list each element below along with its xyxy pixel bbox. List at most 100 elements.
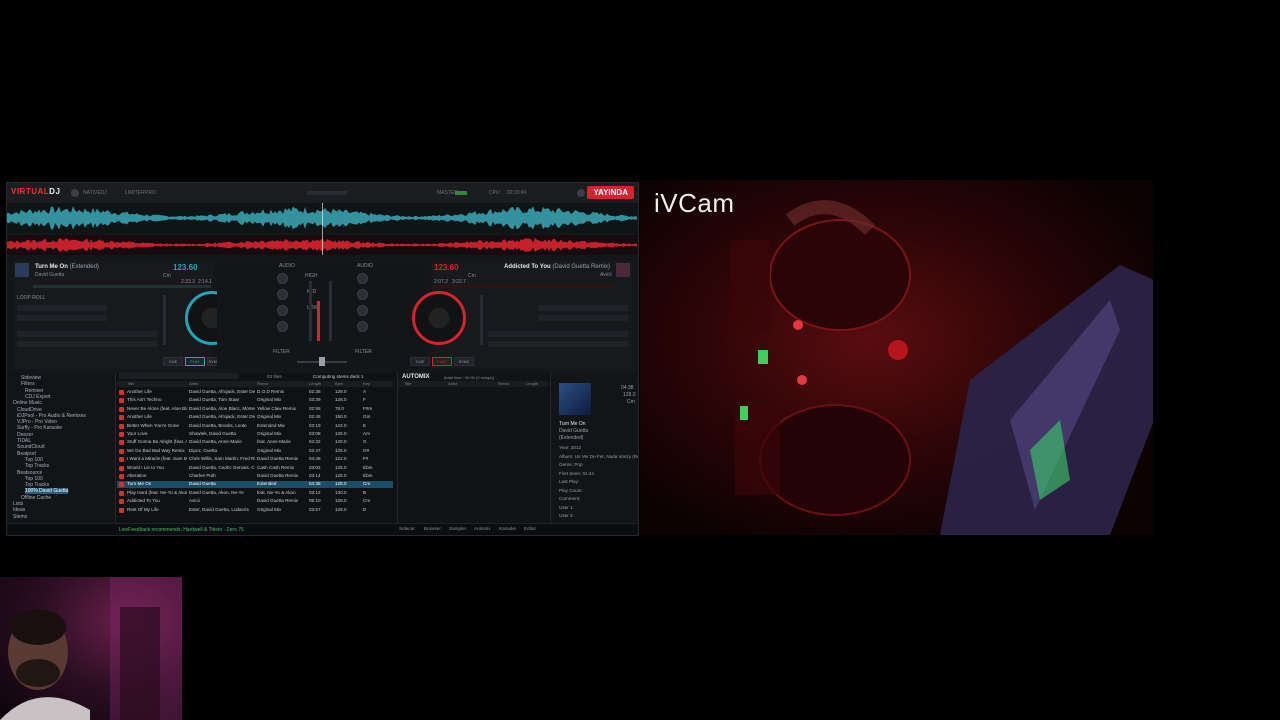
deck-a-hotcue-row[interactable] (17, 331, 157, 337)
track-icon (119, 423, 124, 429)
deck-a-play-button[interactable]: PLAY (185, 357, 205, 366)
table-row[interactable]: Stuff Gonna Be Alright (feat. Anne-Marie… (117, 439, 393, 446)
table-row[interactable]: We Go Bad Bad Way Remix Dipoz, Guetta Orig… (117, 448, 393, 455)
info-field: Comment: (559, 496, 581, 501)
tree-item[interactable]: iDJPool - Pro Audio & Remixes (17, 413, 86, 419)
deck-a-pitch-fader[interactable] (163, 295, 166, 345)
col-bpm[interactable]: Bpm (335, 381, 343, 386)
deck-a-pads-row-1[interactable] (17, 305, 107, 311)
table-row[interactable]: Never Be Alone (feat. Aloe Blacc)David G… (117, 406, 393, 413)
table-cell: David Guetta, Anne-Marie (189, 439, 242, 445)
tab-browser[interactable]: Browser (424, 526, 441, 531)
table-row[interactable]: Play Hard (feat. Ne-Yo & Akon) David Guet… (117, 490, 393, 497)
tree-item[interactable]: CDJ Export (25, 394, 51, 400)
deck-a-effect-row[interactable] (17, 341, 157, 347)
col-remix[interactable]: Remix (257, 381, 268, 386)
tree-item[interactable]: 100% David Guetta (25, 488, 69, 495)
tab-karaoke[interactable]: Karaoke (499, 526, 516, 531)
tree-item[interactable]: Top Tracks (25, 482, 49, 488)
info-field: User 2: (559, 513, 574, 518)
mid-knob-b[interactable] (357, 305, 368, 316)
volume-fader-a[interactable] (309, 281, 312, 341)
col-length[interactable]: Length (309, 381, 321, 386)
tree-item[interactable]: Top Tracks (25, 463, 49, 469)
deck-a-cue-button[interactable]: CUE (163, 357, 183, 366)
automix-col-title[interactable]: Title (404, 381, 411, 386)
table-cell: B (363, 489, 367, 495)
tree-item[interactable]: TIDAL (17, 438, 31, 444)
high-knob-b[interactable] (357, 289, 368, 300)
tree-item[interactable]: Remixer (25, 388, 44, 394)
tree-item[interactable]: Sideview (21, 375, 41, 381)
deck-b-effect-row[interactable] (488, 341, 628, 347)
high-knob-a[interactable] (277, 289, 288, 300)
tree-item[interactable]: Offline Cache (21, 495, 51, 501)
tab-sidecar[interactable]: Sidecar (399, 526, 415, 531)
table-row[interactable]: I Want a Miracle (feat. Sam Martin)Chris… (117, 456, 393, 463)
info-bpm: 128.0 (623, 392, 636, 398)
tree-item[interactable]: VJPro - Pro Video (17, 419, 57, 425)
table-cell: 128.0 (335, 473, 347, 478)
tree-item[interactable]: Beatport (17, 451, 36, 457)
tree-item[interactable]: Surfly - Pro Karaoke (17, 425, 62, 431)
tree-item[interactable]: Deezer (17, 432, 33, 438)
table-cell: 02:45 (309, 414, 321, 420)
tree-item[interactable]: Stems (13, 514, 27, 520)
table-row[interactable]: Better When You're Gone David Guetta, Bro… (117, 423, 393, 430)
gain-knob-a[interactable] (277, 273, 288, 284)
deck-b-play-button[interactable]: PLAY (432, 357, 452, 366)
deck-a-progress[interactable] (33, 285, 211, 288)
tab-automix[interactable]: Automix (474, 526, 491, 531)
deck-b-cue-button[interactable]: CUE (410, 357, 430, 366)
deck-b-progress[interactable] (434, 285, 614, 288)
table-row[interactable]: Your Love Showtek, David Guetta Original M… (117, 431, 393, 438)
automix-panel: AUTOMIX (total time : 00:00 (0 songs)) T… (397, 373, 548, 523)
deck-b-jog-wheel[interactable] (412, 291, 466, 345)
table-row[interactable]: Turn Me On David Guetta Extended 04:38 128.0… (117, 481, 393, 489)
tree-item[interactable]: Online Music (13, 400, 42, 406)
vu-meter (317, 301, 320, 341)
settings-icon[interactable] (71, 189, 79, 197)
mid-knob-a[interactable] (277, 305, 288, 316)
deck-b-pads-row-1[interactable] (538, 305, 628, 311)
tree-item[interactable]: CloudDrive (17, 407, 42, 413)
controller-video-svg (730, 200, 1153, 535)
tree-item[interactable]: Lists (13, 501, 23, 507)
automix-col-remix[interactable]: Remix (498, 381, 509, 386)
volume-fader-b[interactable] (329, 281, 332, 341)
automix-col-artist[interactable]: Artist (448, 381, 457, 386)
col-key[interactable]: Key (363, 381, 370, 386)
table-row[interactable]: Would I Lie to You David Guetta, Cedric G… (117, 465, 393, 472)
tree-item[interactable]: Filters (21, 381, 35, 387)
deck-b-pitch-fader[interactable] (480, 295, 483, 345)
table-row[interactable]: Rest Of My Life Ester, David Guetta, Luda… (117, 507, 393, 514)
table-row[interactable]: Alteration Charlee Puth David Guetta Remix… (117, 473, 393, 480)
tree-item[interactable]: Ideas (13, 507, 25, 513)
automix-col-length[interactable]: Length (526, 381, 538, 386)
tree-item[interactable]: Top 100 (25, 457, 43, 463)
tree-item[interactable]: Top 100 (25, 476, 43, 482)
gain-knob-b[interactable] (357, 273, 368, 284)
deck-b-hotcue-row[interactable] (488, 331, 628, 337)
table-row[interactable]: Another Life David Guetta, Afrojack, Este… (117, 414, 393, 421)
folder-tree: Sideview Filters Remixer CDJ Export Online M… (7, 373, 116, 523)
deck-a-pads-row-2[interactable] (17, 315, 107, 321)
mixer-label-filter-b: FILTER (355, 349, 372, 355)
clock: 02:20:49 (507, 190, 527, 196)
tree-item[interactable]: SoundCloud (17, 444, 45, 450)
table-row[interactable]: This Ain't Techno David Guetta, Tom Staar… (117, 397, 393, 404)
deck-b-sync-button[interactable]: SYNC (454, 357, 474, 366)
table-row[interactable]: Addicted To You Avicii David Guetta Remix 0… (117, 498, 393, 505)
crossfader-handle[interactable] (319, 357, 325, 366)
col-artist[interactable]: Artist (189, 381, 198, 386)
tab-editor[interactable]: Editor (524, 526, 536, 531)
tab-sampler[interactable]: Sampler (449, 526, 466, 531)
gear-icon[interactable] (577, 189, 585, 197)
col-title[interactable]: Title (127, 381, 134, 386)
low-knob-a[interactable] (277, 321, 288, 332)
low-knob-b[interactable] (357, 321, 368, 332)
table-row[interactable]: Another Life David Guetta, Afrojack, Este… (117, 389, 393, 396)
search-input[interactable] (119, 373, 239, 379)
tree-item[interactable]: Beatsource (17, 470, 42, 476)
deck-b-pads-row-2[interactable] (538, 315, 628, 321)
